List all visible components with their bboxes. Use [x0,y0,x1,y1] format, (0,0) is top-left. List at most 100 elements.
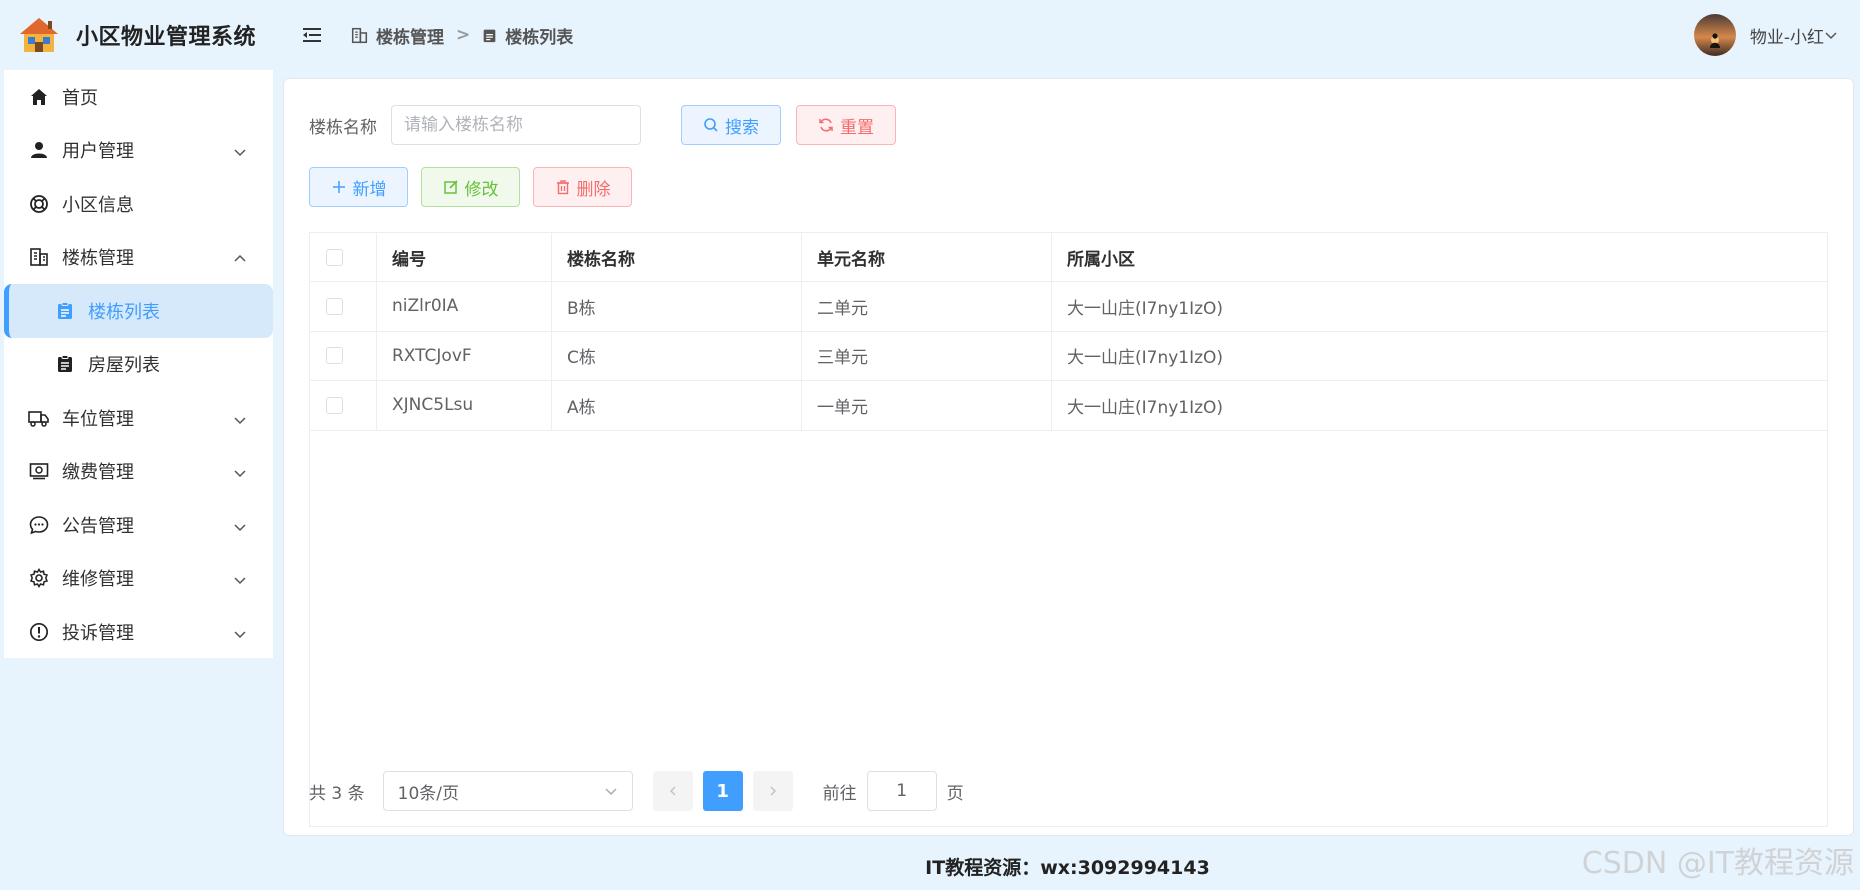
office-building-icon [351,27,368,43]
cell-unit-name: 二单元 [802,282,1052,331]
search-icon [704,118,718,132]
chevron-down-icon [233,143,247,157]
total-count: 共 3 条 [309,783,365,804]
sidebar-item-label: 楼栋管理 [62,248,134,270]
watermark: CSDN @IT教程资源 [1581,846,1854,881]
table-row[interactable]: niZlr0IA B栋 二单元 大一山庄(I7ny1IzO) [310,282,1827,332]
chevron-down-icon [233,464,247,478]
delete-button-label: 删除 [576,179,611,200]
clipboard-icon [483,29,496,42]
add-button[interactable]: 新增 [309,167,408,207]
sidebar-item-repair[interactable]: 维修管理 [4,552,273,606]
breadcrumb-separator: > [456,25,471,45]
delete-button[interactable]: 删除 [533,167,632,207]
sidebar-item-label: 用户管理 [62,141,134,163]
lifebuoy-icon [28,193,50,215]
top-header: 楼栋管理 > 楼栋列表 物业-小红 [275,0,1860,70]
table-row[interactable]: RXTCJovF C栋 三单元 大一山庄(I7ny1IzO) [310,331,1827,381]
table-header-row: 编号 楼栋名称 单元名称 所属小区 [310,233,1827,282]
edit-button[interactable]: 修改 [421,167,520,207]
sidebar-item-parking[interactable]: 车位管理 [4,391,273,445]
prev-page-button[interactable] [652,771,693,811]
user-name: 物业-小红 [1749,27,1824,48]
home-icon [28,86,50,108]
sidebar-item-label: 车位管理 [62,408,134,430]
action-toolbar: 新增 修改 删除 [309,167,632,207]
clipboard-icon [54,300,76,322]
next-page-button[interactable] [752,771,793,811]
user-menu[interactable]: 物业-小红 [1693,14,1838,56]
cell-building-name: B栋 [552,282,802,331]
trash-icon [556,180,569,195]
sidebar-item-label: 小区信息 [62,194,134,216]
sidebar-item-notice[interactable]: 公告管理 [4,498,273,552]
page-size-value: 10条/页 [397,783,459,804]
sidebar-item-label: 维修管理 [62,569,134,591]
table-row[interactable]: XJNC5Lsu A栋 一单元 大一山庄(I7ny1IzO) [310,381,1827,431]
chevron-down-icon [233,571,247,585]
chevron-right-icon [770,786,776,796]
search-button-label: 搜索 [725,117,759,138]
sidebar-item-home[interactable]: 首页 [4,70,273,124]
sidebar-item-house-list[interactable]: 房屋列表 [4,338,273,392]
sidebar-item-label: 首页 [62,87,98,109]
building-name-input[interactable] [391,105,641,145]
pagination: 共 3 条 10条/页 1 前往 页 [309,771,964,811]
sidebar-item-label: 投诉管理 [62,622,134,644]
column-header-building-name[interactable]: 楼栋名称 [552,233,802,281]
app-title: 小区物业管理系统 [76,25,257,50]
chat-bubble-icon [28,514,50,536]
column-header-unit-name[interactable]: 单元名称 [802,233,1052,281]
office-building-icon [28,246,50,268]
sidebar-item-payment[interactable]: 缴费管理 [4,445,273,499]
building-name-label: 楼栋名称 [309,117,377,138]
page-number-current[interactable]: 1 [702,771,743,811]
chevron-up-icon [233,250,247,264]
chevron-left-icon [669,786,676,796]
sidebar-item-users[interactable]: 用户管理 [4,124,273,178]
row-checkbox[interactable] [326,297,343,315]
cell-community: 大一山庄(I7ny1IzO) [1067,348,1224,369]
cell-building-name: A栋 [552,381,802,430]
cell-id: RXTCJovF [377,331,552,380]
sidebar-item-complaint[interactable]: 投诉管理 [4,605,273,659]
row-checkbox[interactable] [326,396,343,414]
plus-icon [332,181,345,193]
cell-community: 大一山庄(I7ny1IzO) [1067,298,1224,319]
sidebar-item-building[interactable]: 楼栋管理 [4,231,273,285]
edit-icon [443,180,458,194]
house-logo-icon [18,16,60,54]
goto-page-input[interactable] [866,771,937,811]
cell-id: niZlr0IA [377,282,552,331]
chevron-down-icon [233,518,247,532]
row-checkbox[interactable] [326,347,343,365]
clipboard-icon [54,353,76,375]
warning-circle-icon [28,621,50,643]
breadcrumb: 楼栋管理 > 楼栋列表 [351,23,573,48]
sidebar-item-building-list[interactable]: 楼栋列表 [4,284,273,338]
main-content: 楼栋名称 搜索 重置 新增 修改 删除 编号 楼栋名 [283,78,1854,836]
gear-icon [28,567,50,589]
select-all-checkbox[interactable] [326,248,343,266]
wallet-icon [28,460,50,482]
menu-fold-icon[interactable] [301,24,323,46]
breadcrumb-item-building-mgmt[interactable]: 楼栋管理 [351,23,444,48]
side-menu: 首页 用户管理 小区信息 楼栋管理 楼栋列表 房屋列表 车位管理 缴费管理 公告… [4,70,273,658]
sidebar-item-community[interactable]: 小区信息 [4,177,273,231]
edit-button-label: 修改 [464,179,499,200]
search-button[interactable]: 搜索 [681,105,781,145]
sidebar-item-label: 房屋列表 [88,355,160,377]
search-form: 楼栋名称 搜索 重置 [309,105,896,145]
building-table: 编号 楼栋名称 单元名称 所属小区 niZlr0IA B栋 二单元 大一山庄(I… [309,232,1828,827]
chevron-down-icon [1825,32,1837,40]
column-header-community[interactable]: 所属小区 [1052,233,1827,281]
avatar[interactable] [1693,14,1736,56]
page-size-select[interactable]: 10条/页 [382,771,633,811]
chevron-down-icon [233,625,247,639]
sidebar-item-label: 楼栋列表 [88,301,160,323]
reset-button[interactable]: 重置 [796,105,896,145]
column-header-id[interactable]: 编号 [377,233,552,281]
goto-label: 前往 [822,783,857,804]
chevron-down-icon [605,788,617,796]
chevron-down-icon [233,411,247,425]
